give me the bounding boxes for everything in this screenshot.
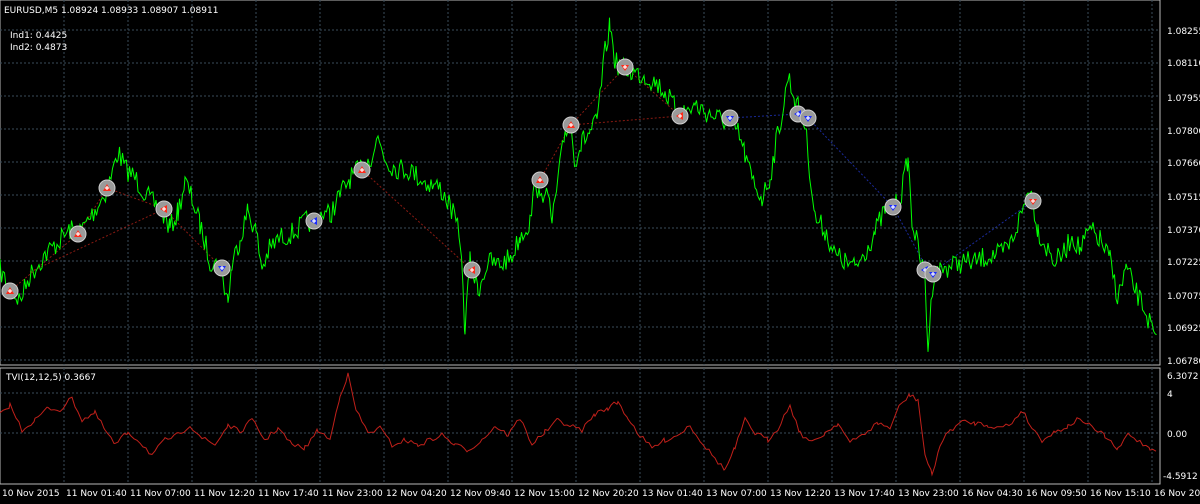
time-label: 16 Nov 09:50 bbox=[1026, 489, 1087, 499]
symbol-info-text: EURUSD,M5 1.08924 1.08933 1.08907 1.0891… bbox=[4, 6, 218, 16]
main-price-panel[interactable]: EURUSD,M5 1.08924 1.08933 1.08907 1.0891… bbox=[0, 0, 1161, 366]
time-axis: 10 Nov 2015 11 Nov 01:40 11 Nov 07:00 11… bbox=[2, 489, 1200, 499]
indicator-panel[interactable]: TVI(12,12,5) 0.3667 6.3072 4 0.00 -4.591… bbox=[0, 367, 1199, 485]
main-grid bbox=[0, 0, 1160, 365]
main-panel-frame bbox=[0, 0, 1161, 366]
signal-connector bbox=[9, 187, 165, 292]
price-tick: 1.07225 bbox=[1167, 258, 1200, 268]
price-tick: 1.07515 bbox=[1167, 193, 1200, 203]
time-label: 12 Nov 15:00 bbox=[514, 489, 575, 499]
sell-signal-icon[interactable] bbox=[1, 282, 19, 300]
ind1-label: Ind1: 0.4425 bbox=[10, 31, 67, 41]
indicator-tick: 0.00 bbox=[1167, 430, 1187, 440]
price-tick: 1.07660 bbox=[1167, 159, 1200, 169]
tvi-indicator-line bbox=[0, 372, 1157, 477]
indicator-tick: 4 bbox=[1167, 390, 1173, 400]
price-tick: 1.06925 bbox=[1167, 324, 1200, 334]
price-tick: 1.07800 bbox=[1167, 127, 1200, 137]
price-tick: 1.06780 bbox=[1167, 357, 1200, 367]
time-label: 12 Nov 04:20 bbox=[386, 489, 447, 499]
signal-icons[interactable] bbox=[1, 58, 1042, 300]
time-label: 12 Nov 20:20 bbox=[578, 489, 639, 499]
sell-signal-icon[interactable] bbox=[1024, 192, 1042, 210]
price-axis: 1.08255 1.08110 1.07955 1.07800 1.07660 … bbox=[1167, 27, 1200, 367]
buy-signal-icon[interactable] bbox=[213, 259, 231, 277]
time-label: 13 Nov 12:20 bbox=[770, 489, 831, 499]
signal-connector bbox=[29, 208, 223, 273]
signal-connector-lines bbox=[9, 66, 1034, 292]
indicator-title: TVI(12,12,5) 0.3667 bbox=[5, 373, 96, 383]
price-tick: 1.07075 bbox=[1167, 292, 1200, 302]
sell-signal-icon[interactable] bbox=[616, 58, 634, 76]
time-label: 13 Nov 01:40 bbox=[642, 489, 703, 499]
time-label: 11 Nov 07:00 bbox=[130, 489, 191, 499]
time-label: 13 Nov 23:00 bbox=[898, 489, 959, 499]
time-label: 13 Nov 07:00 bbox=[706, 489, 767, 499]
time-label: 11 Nov 23:00 bbox=[322, 489, 383, 499]
sell-signal-icon[interactable] bbox=[531, 171, 549, 189]
signal-connector bbox=[570, 115, 681, 126]
sell-signal-icon[interactable] bbox=[155, 200, 173, 218]
buy-signal-icon[interactable] bbox=[884, 198, 902, 216]
price-tick: 1.08255 bbox=[1167, 27, 1200, 37]
price-line bbox=[0, 17, 1157, 352]
price-tick: 1.07370 bbox=[1167, 226, 1200, 236]
sell-signal-icon[interactable] bbox=[671, 107, 689, 125]
mt4-chart-window[interactable]: EURUSD,M5 1.08924 1.08933 1.08907 1.0891… bbox=[0, 0, 1200, 500]
time-label: 13 Nov 17:40 bbox=[834, 489, 895, 499]
price-chart-svg[interactable]: EURUSD,M5 1.08924 1.08933 1.08907 1.0891… bbox=[0, 0, 1200, 500]
buy-signal-icon[interactable] bbox=[305, 212, 323, 230]
sell-signal-icon[interactable] bbox=[98, 179, 116, 197]
time-label: 16 Nov 04:30 bbox=[962, 489, 1023, 499]
time-label: 10 Nov 2015 bbox=[2, 489, 60, 499]
time-label: 16 Nov 20: bbox=[1154, 489, 1200, 499]
indicator-tick: -4.5912 bbox=[1163, 472, 1198, 482]
sell-signal-icon[interactable] bbox=[562, 116, 580, 134]
sell-signal-icon[interactable] bbox=[463, 261, 481, 279]
indicator-tick: 6.3072 bbox=[1167, 372, 1199, 382]
buy-signal-icon[interactable] bbox=[924, 265, 942, 283]
ind2-label: Ind2: 0.4873 bbox=[10, 43, 67, 53]
price-tick: 1.07955 bbox=[1167, 94, 1200, 104]
sell-signal-icon[interactable] bbox=[69, 225, 87, 243]
time-label: 11 Nov 17:40 bbox=[258, 489, 319, 499]
buy-signal-icon[interactable] bbox=[721, 109, 739, 127]
price-tick: 1.08110 bbox=[1167, 59, 1200, 69]
buy-signal-icon[interactable] bbox=[799, 109, 817, 127]
time-label: 16 Nov 15:10 bbox=[1090, 489, 1151, 499]
time-label: 11 Nov 12:20 bbox=[194, 489, 255, 499]
sell-signal-icon[interactable] bbox=[353, 161, 371, 179]
time-label: 12 Nov 09:40 bbox=[450, 489, 511, 499]
time-label: 11 Nov 01:40 bbox=[66, 489, 127, 499]
